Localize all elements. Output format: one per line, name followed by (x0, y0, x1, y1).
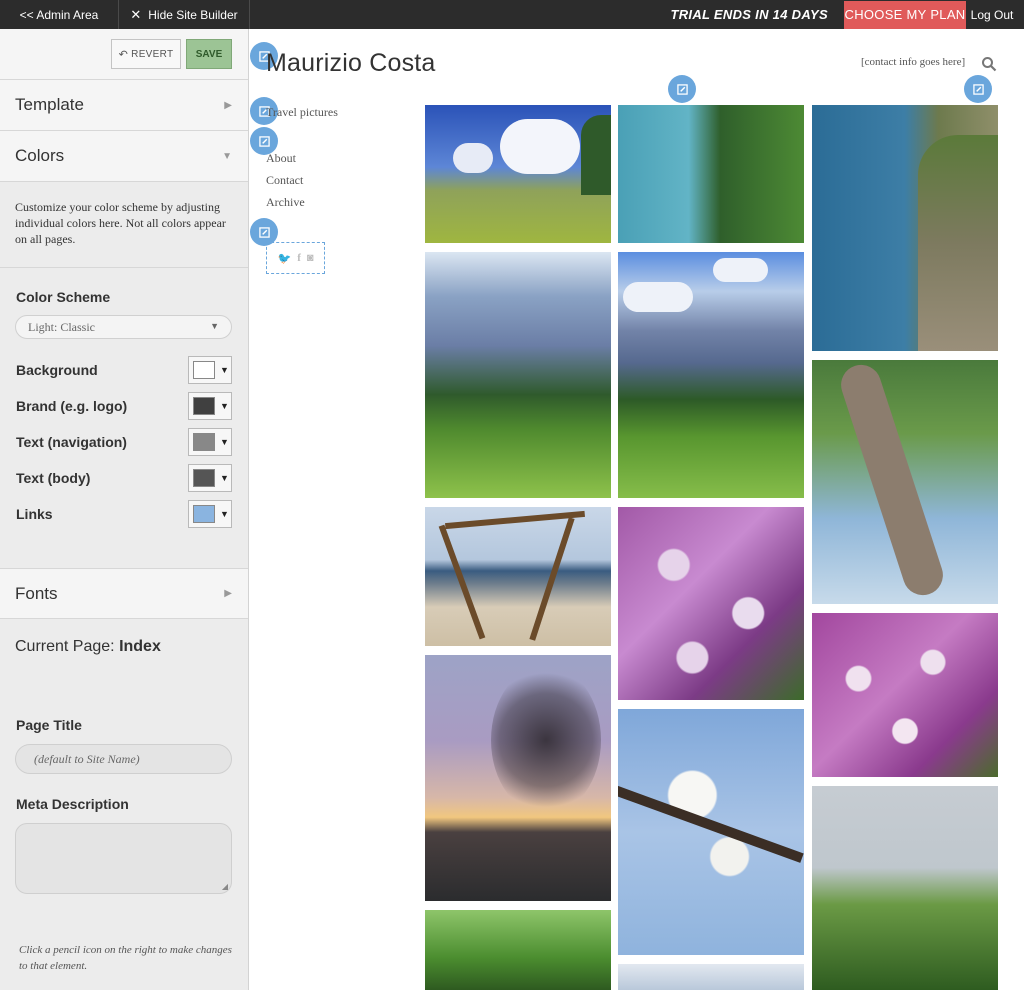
social-links: 🐦 f ◙ (266, 242, 325, 274)
edit-gallery-pencil-icon[interactable] (668, 75, 696, 103)
gallery-photo-purple-daisies[interactable] (618, 507, 804, 700)
site-title[interactable]: Maurizio Costa (266, 49, 436, 78)
color-swatch (193, 505, 215, 523)
color-picker-links[interactable]: ▼ (188, 500, 232, 528)
site-preview: Maurizio Costa [contact info goes here] … (250, 29, 1024, 990)
page-title-label: Page Title (16, 717, 82, 733)
undo-icon: ↶ (118, 48, 129, 61)
colors-section-toggle[interactable]: Colors ▼ (0, 131, 248, 182)
color-picker-background[interactable]: ▼ (188, 356, 232, 384)
pencil-hint: Click a pencil icon on the right to make… (19, 944, 232, 972)
color-picker-text-body[interactable]: ▼ (188, 464, 232, 492)
instagram-icon[interactable]: ◙ (307, 252, 314, 264)
revert-label: REVERT (131, 48, 174, 60)
contact-info: [contact info goes here] (861, 56, 966, 68)
sidebar-actions: ↶ REVERT SAVE (0, 29, 248, 80)
chevron-down-icon: ▼ (220, 509, 229, 519)
gallery-photo-alpine-peaks[interactable] (618, 252, 804, 498)
admin-area-link[interactable]: << Admin Area (0, 0, 119, 29)
close-icon: ✕ (130, 6, 142, 22)
color-row-label: Background (16, 362, 98, 378)
nav-travel-pictures[interactable]: Travel pictures (266, 105, 338, 120)
color-swatch (193, 469, 215, 487)
chevron-down-icon: ▼ (220, 365, 229, 375)
site-builder-sidebar: ↶ REVERT SAVE Template ▶ Colors ▼ Customi… (0, 29, 249, 990)
gallery-photo-green-trees[interactable] (425, 910, 611, 990)
meta-description-input[interactable]: ◢ (15, 823, 232, 894)
trial-notice: TRIAL ENDS IN 14 DAYS (670, 7, 828, 22)
admin-area-label: << Admin Area (19, 7, 99, 22)
color-swatch (193, 361, 215, 379)
gallery-photo-white-blossoms[interactable] (618, 709, 804, 955)
color-row-background: Background ▼ (16, 356, 232, 384)
gallery-photo-sunset-tree[interactable] (425, 655, 611, 901)
triangle-right-icon: ▶ (224, 99, 232, 111)
gallery-photo-sky[interactable] (618, 964, 804, 990)
choose-plan-button[interactable]: CHOOSE MY PLAN (844, 0, 966, 29)
gallery-photo-swing-beach[interactable] (425, 507, 611, 646)
current-page-label: Current Page: (15, 638, 115, 655)
twitter-icon[interactable]: 🐦 (277, 252, 291, 265)
hide-site-builder-button[interactable]: ✕ Hide Site Builder (119, 0, 250, 29)
chevron-down-icon: ▼ (220, 401, 229, 411)
save-button[interactable]: SAVE (186, 39, 232, 69)
nav-about[interactable]: About (266, 151, 296, 166)
gallery-photo-coast-tree[interactable] (618, 105, 804, 243)
chevron-down-icon: ▼ (210, 321, 219, 331)
gallery-photo-sea-cliff[interactable] (812, 105, 998, 351)
color-row-links: Links ▼ (16, 500, 232, 528)
page-title-input[interactable]: (default to Site Name) (15, 744, 232, 774)
search-icon[interactable] (981, 56, 997, 72)
color-row-label: Text (navigation) (16, 434, 127, 450)
color-row-text-body: Text (body) ▼ (16, 464, 232, 492)
color-picker-text-navigation[interactable]: ▼ (188, 428, 232, 456)
fonts-section-wrapper: Fonts ▶ (0, 568, 248, 619)
gallery-photo-grass[interactable] (812, 786, 998, 990)
color-swatch (193, 433, 215, 451)
nav-archive[interactable]: Archive (266, 195, 305, 210)
color-scheme-select[interactable]: Light: Classic ▼ (15, 315, 232, 339)
edit-header-pencil-icon[interactable] (964, 75, 992, 103)
color-picker-brand[interactable]: ▼ (188, 392, 232, 420)
color-swatch (193, 397, 215, 415)
current-page-heading: Current Page: Index (15, 638, 161, 656)
revert-button[interactable]: ↶ REVERT (111, 39, 181, 69)
color-scheme-label: Color Scheme (16, 289, 111, 305)
color-row-label: Text (body) (16, 470, 91, 486)
chevron-down-icon: ▼ (220, 437, 229, 447)
meta-description-label: Meta Description (16, 796, 129, 812)
resize-grip-icon[interactable]: ◢ (222, 882, 228, 891)
chevron-down-icon: ▼ (220, 473, 229, 483)
gallery-photo-olive-trunk[interactable] (812, 360, 998, 604)
color-row-brand: Brand (e.g. logo) ▼ (16, 392, 232, 420)
color-row-label: Brand (e.g. logo) (16, 398, 128, 414)
colors-description: Customize your color scheme by adjusting… (0, 182, 248, 268)
colors-section-title: Colors (15, 146, 65, 165)
top-bar: << Admin Area ✕ Hide Site Builder TRIAL E… (0, 0, 1024, 29)
color-row-text-navigation: Text (navigation) ▼ (16, 428, 232, 456)
hide-site-builder-label: Hide Site Builder (148, 7, 238, 22)
color-row-label: Links (16, 506, 53, 522)
template-section-toggle[interactable]: Template ▶ (0, 80, 248, 131)
facebook-icon[interactable]: f (297, 252, 301, 264)
current-page-value: Index (119, 638, 161, 655)
template-section-title: Template (15, 95, 84, 114)
gallery-photo-mountain-valley[interactable] (425, 252, 611, 498)
nav-contact[interactable]: Contact (266, 173, 303, 188)
color-scheme-value: Light: Classic (28, 320, 95, 334)
triangle-right-icon: ▶ (224, 588, 232, 599)
gallery-photo-pink-flowers[interactable] (812, 613, 998, 777)
logout-link[interactable]: Log Out (966, 8, 1018, 22)
fonts-section-toggle[interactable]: Fonts ▶ (0, 568, 248, 619)
fonts-section-title: Fonts (15, 583, 58, 603)
triangle-down-icon: ▼ (222, 150, 232, 162)
gallery-photo-hills[interactable] (425, 105, 611, 243)
